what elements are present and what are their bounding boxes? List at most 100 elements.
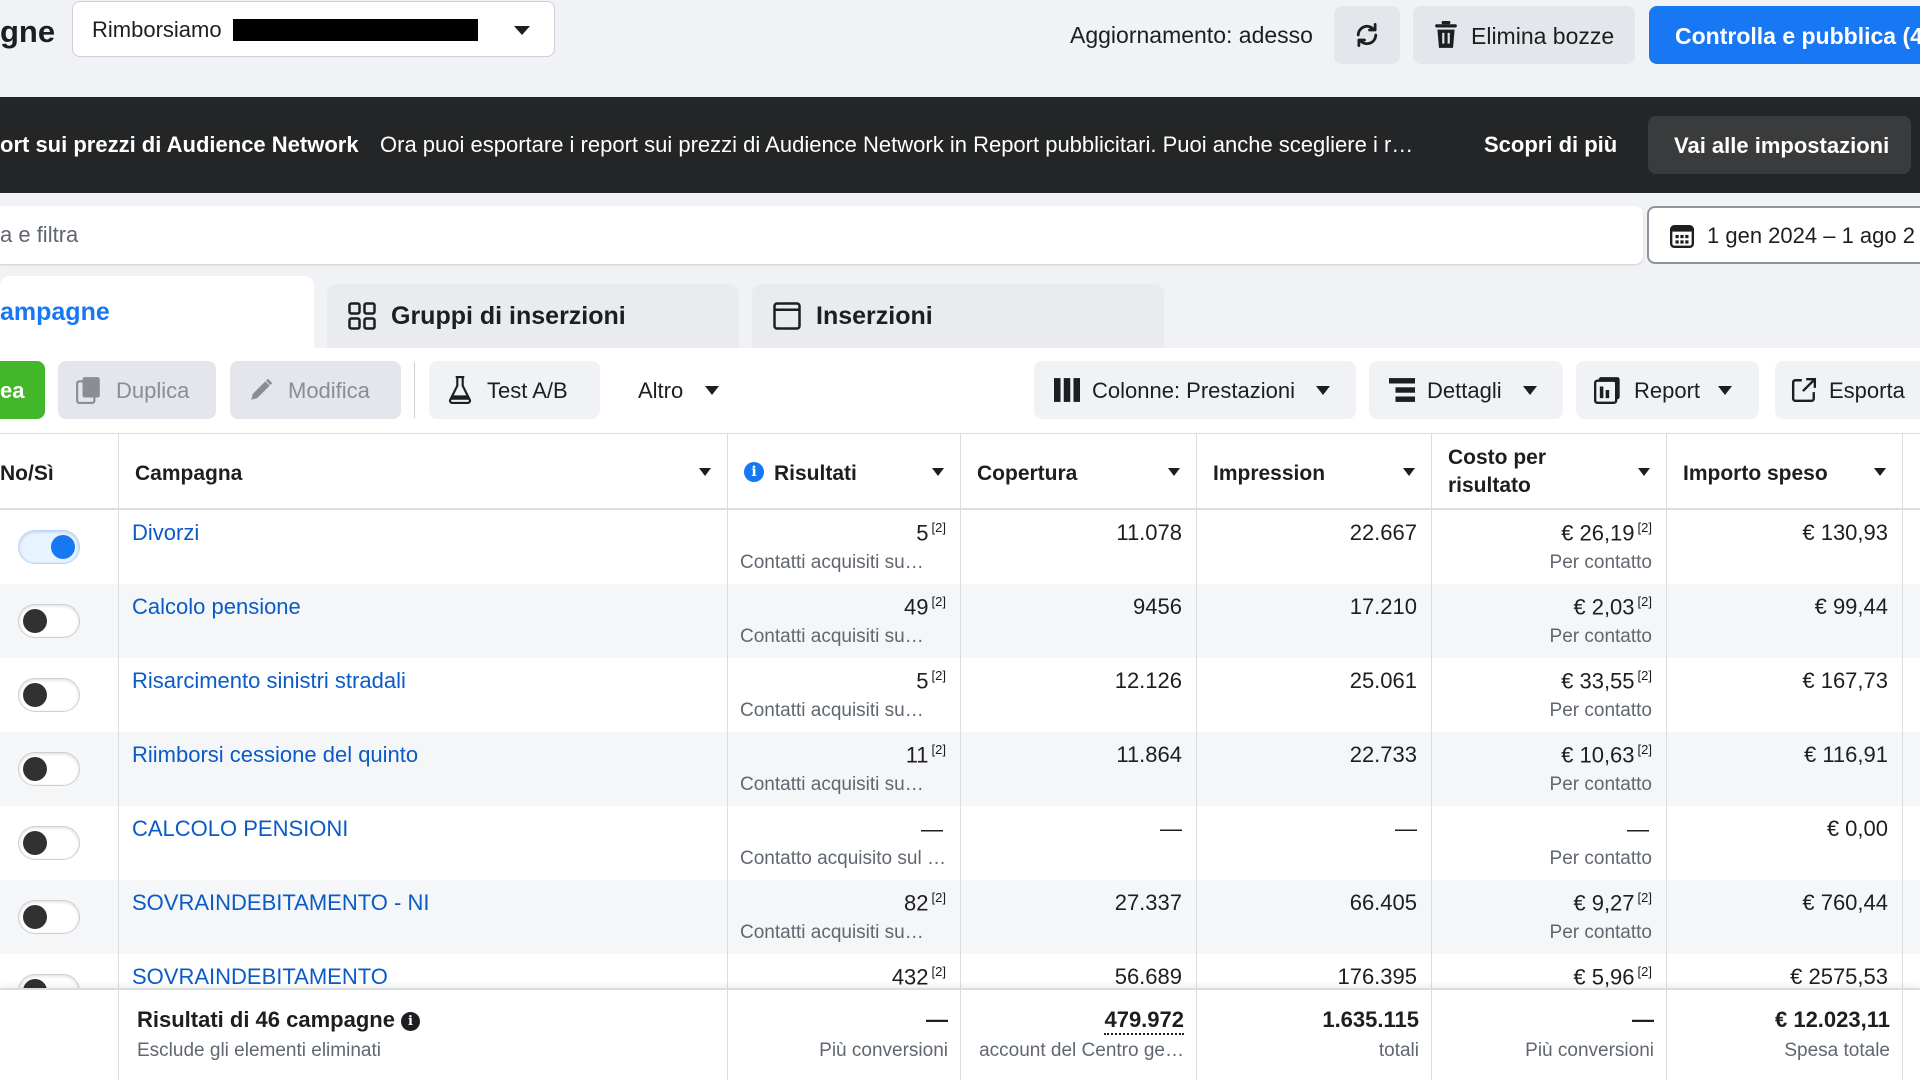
cell-reach: 11.078 — [961, 510, 1197, 584]
top-bar: gne Rimborsiamo Aggiornamento: adesso El… — [0, 0, 1920, 97]
update-status: Aggiornamento: adesso — [1070, 22, 1313, 48]
edit-label: Modifica — [288, 378, 370, 403]
search-filter-bar[interactable] — [0, 206, 1643, 264]
sort-icon[interactable] — [699, 468, 711, 476]
create-label: ea — [0, 378, 25, 403]
cell-results: — Contatto acquisito sul … — [728, 806, 961, 880]
sort-icon[interactable] — [1638, 468, 1650, 476]
impressions-value: 22.667 — [1349, 520, 1417, 545]
info-icon[interactable]: i — [400, 1012, 420, 1031]
table-row[interactable]: Riimborsi cessione del quinto 11 [2] Contat… — [0, 732, 1920, 806]
campaign-link[interactable]: CALCOLO PENSIONI — [132, 816, 348, 842]
totals-impressions: 1.635.115 totali — [1197, 990, 1432, 1080]
cell-cost: € 26,19 [2] Per contatto — [1432, 510, 1667, 584]
edit-button[interactable]: Modifica — [230, 361, 401, 419]
spent-value: € 130,93 — [1802, 520, 1888, 545]
cost-type: Per contatto — [1549, 552, 1652, 573]
pencil-icon — [251, 378, 273, 400]
campaign-toggle[interactable] — [18, 678, 80, 712]
delete-drafts-label: Elimina bozze — [1471, 23, 1615, 49]
cell-impressions: 22.667 — [1197, 510, 1432, 584]
header-cost-per-result[interactable]: Costo per risultato — [1432, 434, 1667, 511]
campaign-link[interactable]: SOVRAINDEBITAMENTO — [132, 964, 388, 990]
more-label: Altro — [638, 378, 684, 403]
campaign-toggle[interactable] — [18, 530, 80, 564]
delete-drafts-button[interactable]: Elimina bozze — [1413, 6, 1635, 64]
cost-type: Per contatto — [1549, 848, 1652, 869]
duplicate-button[interactable]: Duplica — [58, 361, 216, 419]
columns-dropdown[interactable]: Colonne: Prestazioni — [1034, 361, 1356, 419]
tab-ads[interactable]: Inserzioni — [752, 284, 1164, 348]
campaign-link[interactable]: Riimborsi cessione del quinto — [132, 742, 418, 768]
reach-value: 11.864 — [1116, 742, 1182, 767]
reports-dropdown[interactable]: Report — [1576, 361, 1759, 419]
cell-results: 82 [2] Contatti acquisiti su… — [728, 880, 961, 954]
cell-toggle — [0, 732, 119, 806]
table-row[interactable]: Risarcimento sinistri stradali 5 [2] Contat… — [0, 658, 1920, 732]
more-dropdown[interactable]: Altro — [620, 361, 730, 419]
header-amount-spent[interactable]: Importo speso — [1667, 434, 1903, 511]
totals-subtitle: Esclude gli elementi eliminati — [137, 1040, 381, 1061]
cell-cost: € 2,03 [2] Per contatto — [1432, 584, 1667, 658]
table-row[interactable]: Calcolo pensione 49 [2] Contatti acquisiti … — [0, 584, 1920, 658]
campaign-link[interactable]: Risarcimento sinistri stradali — [132, 668, 406, 694]
results-value: 82 — [904, 890, 929, 916]
sort-icon[interactable] — [1403, 468, 1415, 476]
spent-value: € 0,00 — [1826, 816, 1888, 841]
results-type: Contatti acquisiti su… — [740, 626, 924, 647]
table-row[interactable]: CALCOLO PENSIONI — Contatto acquisito sul … — [0, 806, 1920, 880]
flask-icon — [448, 376, 472, 404]
go-to-settings-button[interactable]: Vai alle impostazioni — [1648, 116, 1911, 174]
tab-ad-sets[interactable]: Gruppi di inserzioni — [327, 284, 739, 348]
info-icon[interactable]: i — [744, 462, 764, 482]
sort-icon[interactable] — [1168, 468, 1180, 476]
sort-icon[interactable] — [1874, 468, 1886, 476]
export-label: Esporta — [1829, 378, 1905, 403]
toggle-knob — [51, 535, 75, 559]
table-row[interactable]: Divorzi 5 [2] Contatti acquisiti su… 11.078 2… — [0, 510, 1920, 584]
campaign-toggle[interactable] — [18, 900, 80, 934]
export-button[interactable]: Esporta — [1775, 361, 1920, 419]
results-type: Contatti acquisiti su… — [740, 552, 924, 573]
header-reach[interactable]: Copertura — [961, 434, 1197, 511]
cell-impressions: 25.061 — [1197, 658, 1432, 732]
header-impressions[interactable]: Impression — [1197, 434, 1432, 511]
cost-type: Per contatto — [1549, 774, 1652, 795]
campaign-link[interactable]: Divorzi — [132, 520, 199, 546]
results-value: 5 — [916, 668, 929, 694]
banner-title: ort sui prezzi di Audience Network — [0, 132, 359, 157]
review-publish-button[interactable]: Controlla e pubblica (4) — [1649, 6, 1920, 64]
results-footnote: [2] — [931, 520, 946, 535]
account-selector[interactable]: Rimborsiamo — [72, 1, 555, 57]
ad-icon — [773, 302, 801, 330]
header-results[interactable]: i Risultati — [728, 434, 961, 511]
spent-value: € 116,91 — [1803, 742, 1888, 767]
refresh-button[interactable] — [1334, 6, 1400, 64]
campaign-toggle[interactable] — [18, 604, 80, 638]
sort-icon[interactable] — [932, 468, 944, 476]
toolbar-divider — [414, 362, 415, 418]
learn-more-link[interactable]: Scopri di più — [1484, 132, 1617, 158]
cost-type: Per contatto — [1549, 626, 1652, 647]
impressions-value: 22.733 — [1349, 742, 1417, 767]
campaign-link[interactable]: Calcolo pensione — [132, 594, 301, 620]
cost-footnote: [2] — [1637, 594, 1652, 609]
cell-toggle — [0, 510, 119, 584]
campaign-toggle[interactable] — [18, 752, 80, 786]
ab-test-button[interactable]: Test A/B — [429, 361, 600, 419]
create-button[interactable]: ea — [0, 361, 45, 419]
results-type: Contatti acquisiti su… — [740, 774, 924, 795]
tab-campaigns-label: ampagne — [0, 298, 110, 326]
search-input[interactable] — [0, 206, 1643, 264]
date-range-picker[interactable]: 1 gen 2024 – 1 ago 2 — [1647, 206, 1920, 264]
cell-cost: € 10,63 [2] Per contatto — [1432, 732, 1667, 806]
table-row[interactable]: SOVRAINDEBITAMENTO - NI 82 [2] Contatti acq… — [0, 880, 1920, 954]
breakdown-dropdown[interactable]: Dettagli — [1369, 361, 1563, 419]
cell-spent: € 130,93 — [1667, 510, 1903, 584]
header-campaign[interactable]: Campagna — [119, 434, 728, 511]
campaign-link[interactable]: SOVRAINDEBITAMENTO - NI — [132, 890, 429, 916]
cell-toggle — [0, 806, 119, 880]
campaign-toggle[interactable] — [18, 826, 80, 860]
tab-campaigns[interactable]: ampagne — [0, 276, 314, 354]
header-on-off[interactable]: No/Sì — [0, 434, 119, 511]
